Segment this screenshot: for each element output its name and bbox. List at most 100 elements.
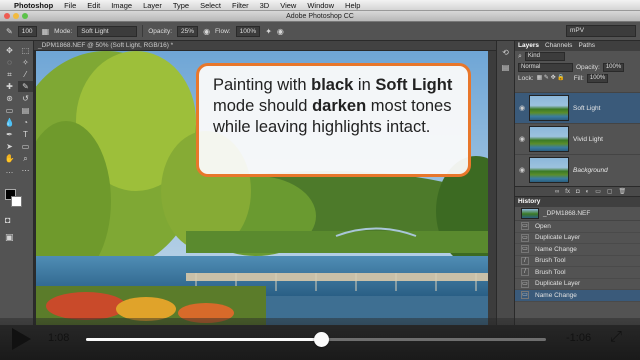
layer-name: Soft Light xyxy=(573,104,601,112)
brush-tool-icon[interactable]: ✎ xyxy=(18,81,33,92)
history-item[interactable]: ▭ Name Change xyxy=(515,290,640,302)
layer-row[interactable]: ◉ Vivid Light xyxy=(515,123,640,154)
dodge-tool-icon[interactable]: ◔ xyxy=(18,117,33,128)
brush-history-icon: / xyxy=(521,268,529,277)
eraser-tool-icon[interactable]: ▭ xyxy=(2,105,17,116)
link-layers-icon[interactable]: ∞ xyxy=(555,187,559,196)
new-layer-icon[interactable]: ▢ xyxy=(607,187,613,196)
visibility-eye-icon[interactable]: ◉ xyxy=(515,166,529,174)
airbrush-icon[interactable]: ✦ xyxy=(265,26,272,37)
menu-filter[interactable]: Filter xyxy=(232,1,249,10)
crop-tool-icon[interactable]: ⌗ xyxy=(2,69,17,80)
brush-preset-icon[interactable]: ✎ xyxy=(6,26,13,37)
history-snapshot[interactable]: _DPM1868.NEF xyxy=(515,207,640,221)
blur-tool-icon[interactable]: 💧 xyxy=(2,117,17,128)
blend-mode-select[interactable]: Normal xyxy=(518,63,573,72)
history-item[interactable]: ▭ Name Change xyxy=(515,244,640,256)
history-item-label: Duplicate Layer xyxy=(535,280,581,288)
tab-channels[interactable]: Channels xyxy=(545,41,572,51)
opacity-field[interactable]: 25% xyxy=(177,25,199,37)
close-window-button[interactable] xyxy=(4,13,10,19)
menu-3d[interactable]: 3D xyxy=(260,1,270,10)
adjustment-layer-icon[interactable]: ◐ xyxy=(586,187,590,196)
play-button[interactable] xyxy=(12,328,31,350)
menu-file[interactable]: File xyxy=(64,1,76,10)
lasso-tool-icon[interactable]: ◌ xyxy=(2,57,17,68)
history-state-icon: ▭ xyxy=(521,279,529,288)
history-panel-icon[interactable]: ⟲ xyxy=(497,47,514,58)
video-scrubber[interactable] xyxy=(86,332,546,347)
time-elapsed: 1:08 xyxy=(48,332,70,344)
background-color-swatch[interactable] xyxy=(11,196,22,207)
tab-layers[interactable]: Layers xyxy=(518,41,539,51)
lock-fill-row: Lock: ▦ ✎ ✥ 🔒 Fill: 100% xyxy=(515,73,640,84)
history-item[interactable]: ▭ Duplicate Layer xyxy=(515,233,640,244)
zoom-window-button[interactable] xyxy=(22,13,28,19)
tab-paths[interactable]: Paths xyxy=(578,41,595,51)
menu-layer[interactable]: Layer xyxy=(143,1,162,10)
properties-panel-icon[interactable]: ▤ xyxy=(497,62,514,73)
menu-help[interactable]: Help xyxy=(345,1,360,10)
path-select-tool-icon[interactable]: ➤ xyxy=(2,141,17,152)
gradient-tool-icon[interactable]: ▤ xyxy=(18,105,33,116)
callout-emphasis-darken: darken xyxy=(312,97,367,115)
clone-tool-icon[interactable]: ⊛ xyxy=(2,93,17,104)
add-mask-icon[interactable]: ◘ xyxy=(576,187,580,196)
history-item[interactable]: ▭ Open xyxy=(515,221,640,233)
layer-row[interactable]: ◉ Soft Light xyxy=(515,92,640,123)
tools-panel: ✥ ⬚ ◌ ✧ ⌗ ⁄ ✚ ✎ ⊛ ↺ ▭ ▤ 💧 ◔ ✒ T ➤ ▭ ✋ ⌕ … xyxy=(0,41,34,325)
visibility-eye-icon[interactable]: ◉ xyxy=(515,135,529,143)
quick-select-tool-icon[interactable]: ✧ xyxy=(18,57,33,68)
screen-mode-icon[interactable]: ▣ xyxy=(5,232,14,243)
menu-app-name[interactable]: Photoshop xyxy=(14,1,53,10)
more-tools-icon[interactable]: … xyxy=(2,165,17,176)
hand-tool-icon[interactable]: ✋ xyxy=(2,153,17,164)
history-item[interactable]: / Brush Tool xyxy=(515,256,640,267)
layer-style-icon[interactable]: fx xyxy=(565,187,570,196)
scrubber-knob[interactable] xyxy=(313,332,329,347)
menu-edit[interactable]: Edit xyxy=(87,1,100,10)
quick-mask-icon[interactable]: ◘ xyxy=(5,215,10,226)
menu-view[interactable]: View xyxy=(280,1,296,10)
edit-toolbar-icon[interactable]: ⋯ xyxy=(18,165,33,176)
zoom-tool-icon[interactable]: ⌕ xyxy=(18,153,33,164)
workspace-select[interactable]: mPV xyxy=(566,25,636,37)
visibility-eye-icon[interactable]: ◉ xyxy=(515,104,529,112)
healing-tool-icon[interactable]: ✚ xyxy=(2,81,17,92)
fill-field[interactable]: 100% xyxy=(586,74,609,83)
fullscreen-icon[interactable]: ⤢ xyxy=(610,328,622,345)
brush-size-field[interactable]: 100 xyxy=(17,25,37,37)
callout-text-3: mode should xyxy=(213,97,313,115)
new-group-icon[interactable]: ▭ xyxy=(595,187,601,196)
menu-select[interactable]: Select xyxy=(200,1,221,10)
pressure-size-icon[interactable]: ◉ xyxy=(277,26,284,37)
pressure-opacity-icon[interactable]: ◉ xyxy=(203,26,210,37)
menu-image[interactable]: Image xyxy=(111,1,132,10)
brush-panel-icon[interactable]: ▦ xyxy=(42,26,50,37)
layer-row[interactable]: ◉ Background xyxy=(515,154,640,185)
mode-select[interactable]: Soft Light xyxy=(77,25,138,37)
document-tab[interactable]: _DPM1868.NEF @ 50% (Soft Light, RGB/16) … xyxy=(34,41,514,51)
menu-window[interactable]: Window xyxy=(307,1,334,10)
canvas-vertical-scrollbar[interactable] xyxy=(488,51,496,325)
move-tool-icon[interactable]: ✥ xyxy=(2,45,17,56)
time-remaining: -1:06 xyxy=(566,332,592,344)
pen-tool-icon[interactable]: ✒ xyxy=(2,129,17,140)
history-item[interactable]: ▭ Duplicate Layer xyxy=(515,279,640,290)
kind-filter-select[interactable]: Kind xyxy=(524,52,565,61)
flow-field[interactable]: 100% xyxy=(235,25,261,37)
minimize-window-button[interactable] xyxy=(13,13,19,19)
history-item[interactable]: / Brush Tool xyxy=(515,267,640,279)
type-tool-icon[interactable]: T xyxy=(18,129,33,140)
window-title: Adobe Photoshop CC xyxy=(286,13,354,20)
marquee-tool-icon[interactable]: ⬚ xyxy=(18,45,33,56)
layer-opacity-field[interactable]: 100% xyxy=(602,63,625,72)
shape-tool-icon[interactable]: ▭ xyxy=(18,141,33,152)
delete-layer-icon[interactable]: 🗑 xyxy=(619,187,627,196)
tab-history[interactable]: History xyxy=(518,197,540,207)
lock-icons[interactable]: ▦ ✎ ✥ 🔒 xyxy=(537,74,565,83)
menu-type[interactable]: Type xyxy=(173,1,189,10)
eyedropper-tool-icon[interactable]: ⁄ xyxy=(18,69,33,80)
layers-panel: Layers Channels Paths ⌕ Kind Normal Opac… xyxy=(514,41,640,196)
history-brush-tool-icon[interactable]: ↺ xyxy=(18,93,33,104)
